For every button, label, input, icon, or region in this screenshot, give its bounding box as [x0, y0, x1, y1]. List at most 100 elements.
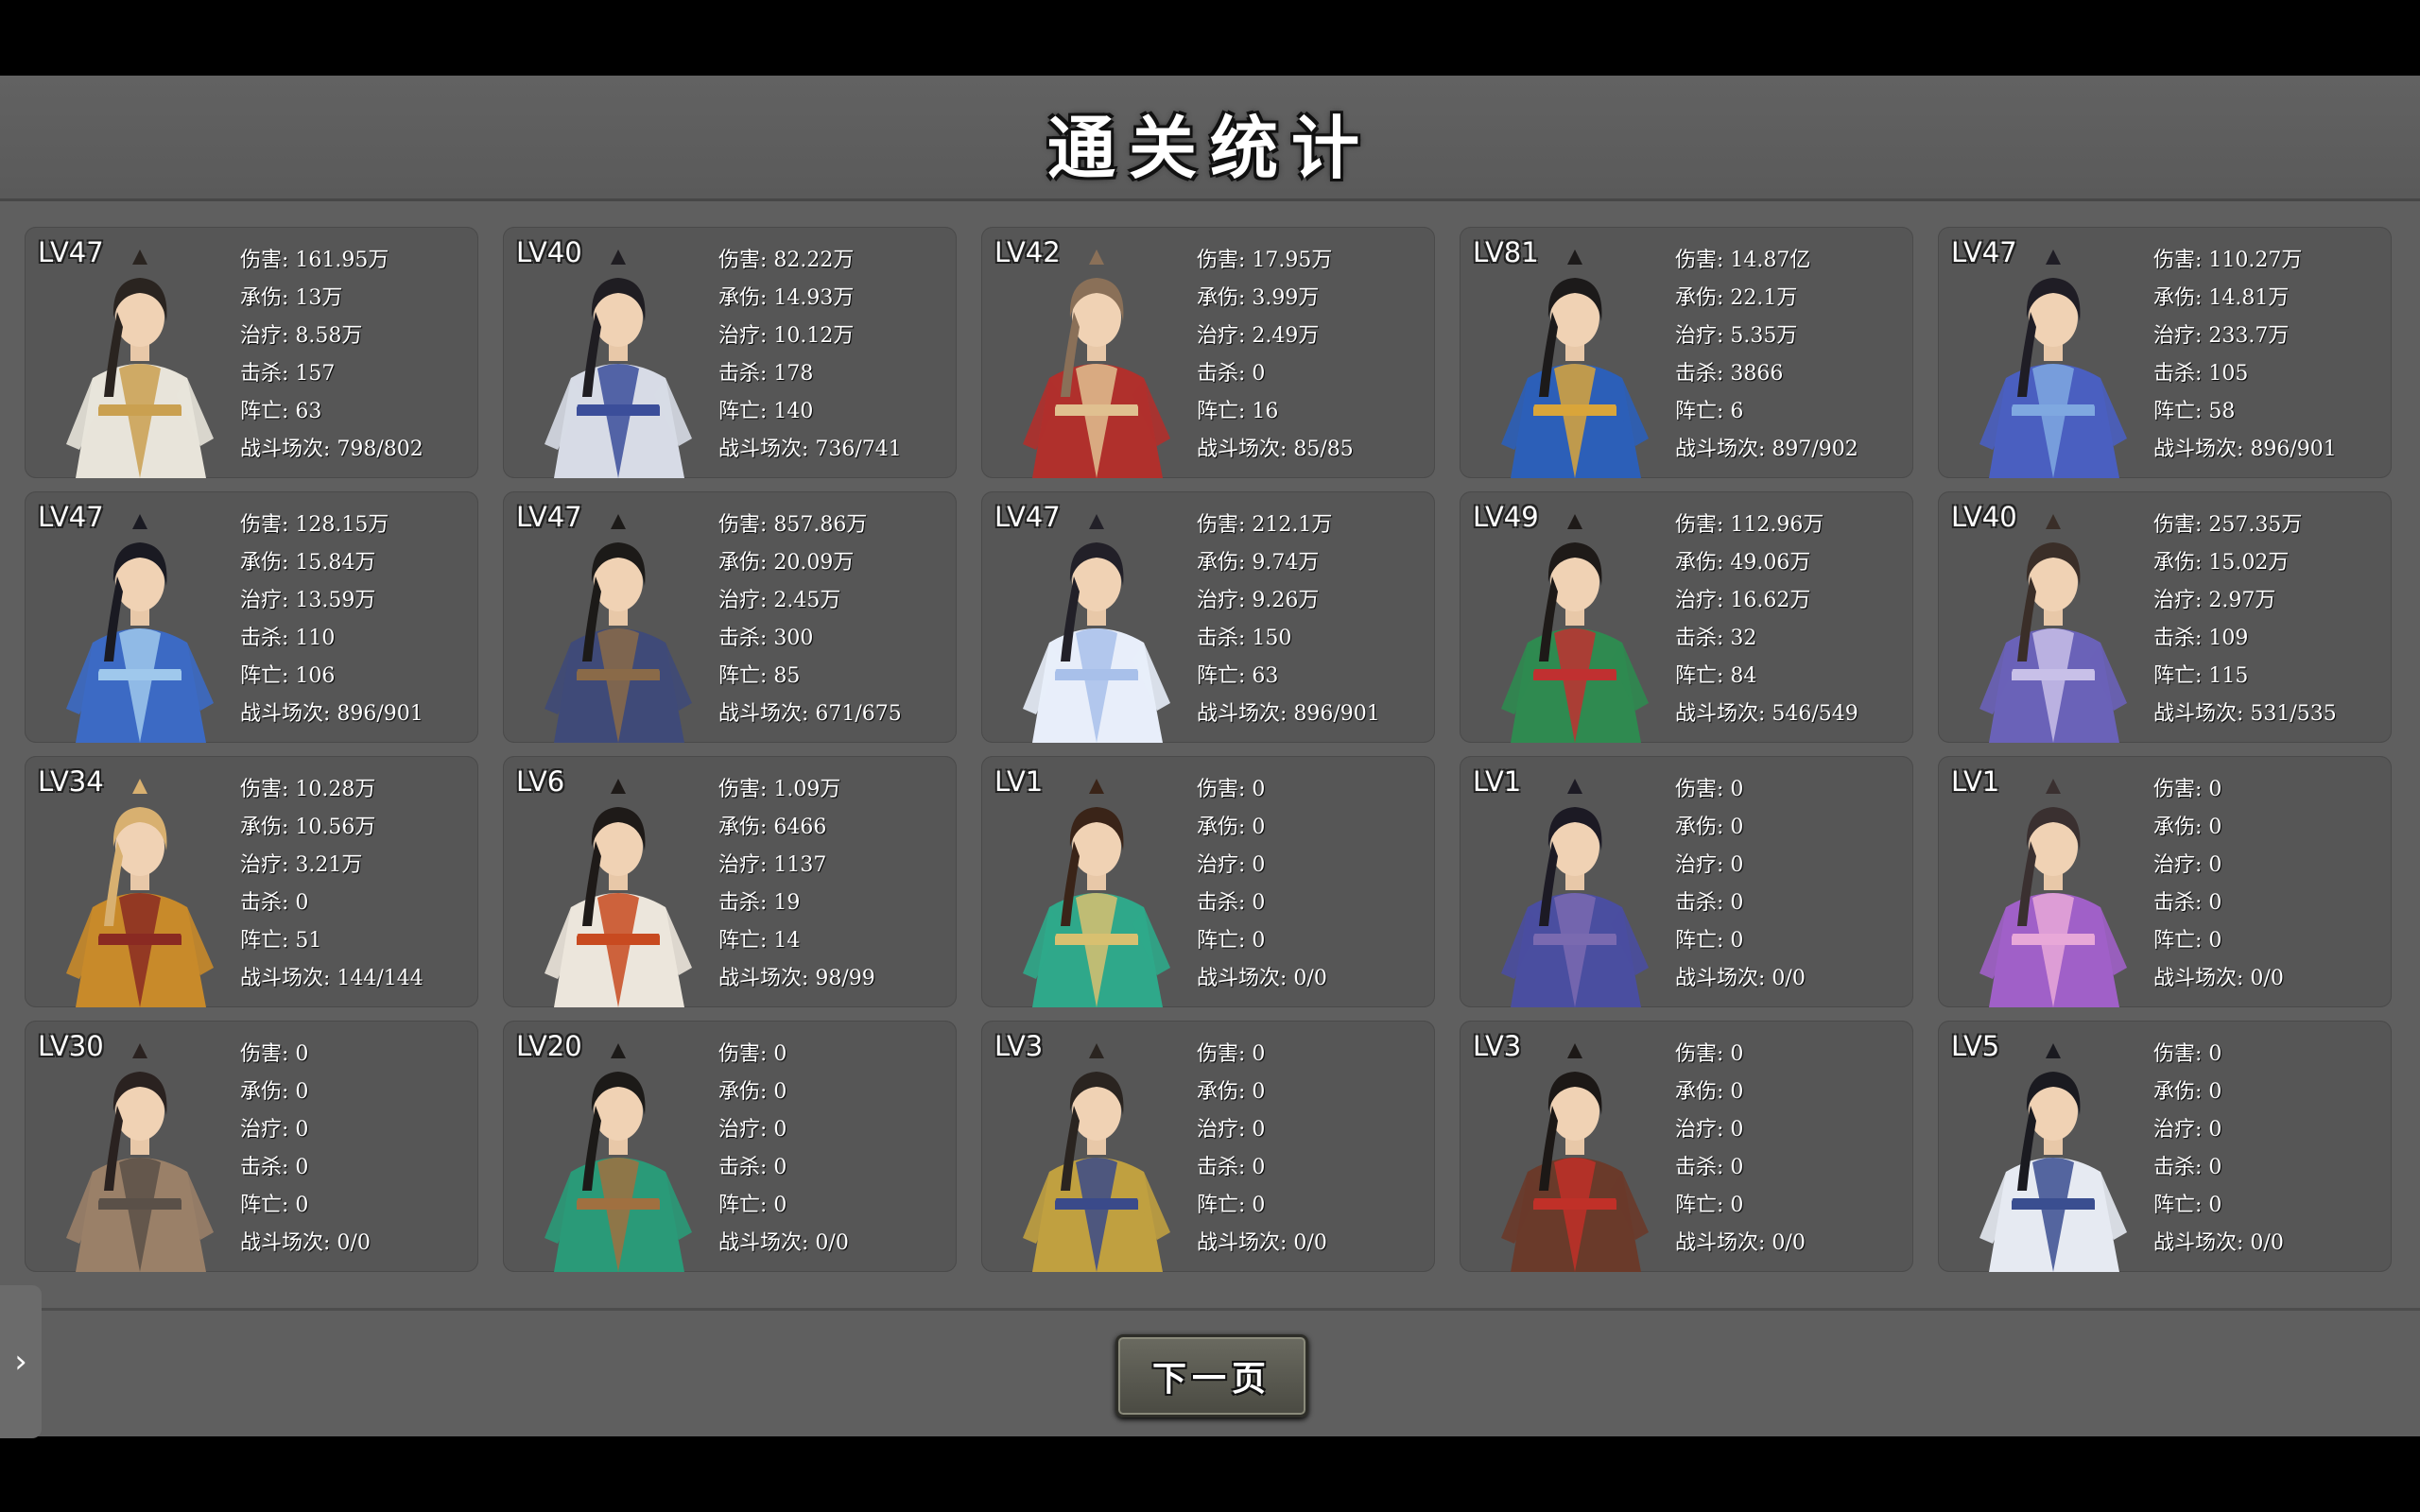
stat-battle-count: 战斗场次: 85/85 — [1197, 438, 1354, 461]
stat-battle-count: 战斗场次: 671/675 — [718, 702, 902, 726]
stat-damage: 伤害: 1.09万 — [718, 778, 841, 801]
character-portrait — [994, 765, 1199, 1007]
stat-kills: 击杀: 0 — [240, 891, 309, 915]
stat-deaths: 阵亡: 0 — [1675, 929, 1744, 953]
stat-damage-taken: 承伤: 0 — [240, 1080, 309, 1104]
stat-battle-count: 战斗场次: 546/549 — [1675, 702, 1858, 726]
character-card[interactable]: LV1 伤害: 0 承伤: 0 治疗: 0 击杀: 0 阵亡: 0 战斗场次: 0/0 — [1938, 756, 2392, 1007]
character-level: LV1 — [994, 765, 1044, 798]
stat-damage-taken: 承伤: 3.99万 — [1197, 286, 1320, 310]
character-card[interactable]: LV47 伤害: 110.27万 承伤: 14.81万 治疗: 233.7万 击杀: 1… — [1938, 227, 2392, 478]
stat-kills: 击杀: 0 — [1675, 891, 1744, 915]
stat-deaths: 阵亡: 0 — [1197, 1194, 1266, 1217]
stat-damage: 伤害: 857.86万 — [718, 513, 868, 537]
stat-healing: 治疗: 0 — [2153, 853, 2222, 877]
stat-deaths: 阵亡: 63 — [240, 400, 322, 423]
character-level: LV3 — [1473, 1030, 1522, 1062]
stat-damage: 伤害: 0 — [1675, 778, 1744, 801]
character-level: LV42 — [994, 236, 1061, 268]
stat-kills: 击杀: 0 — [1675, 1156, 1744, 1179]
character-portrait — [1473, 1030, 1677, 1272]
stat-list: 伤害: 0 承伤: 0 治疗: 0 击杀: 0 阵亡: 0 战斗场次: 0/0 — [1197, 771, 1327, 998]
stat-damage-taken: 承伤: 0 — [718, 1080, 787, 1104]
stat-kills: 击杀: 150 — [1197, 627, 1292, 650]
stat-damage: 伤害: 0 — [2153, 778, 2222, 801]
character-card[interactable]: LV5 伤害: 0 承伤: 0 治疗: 0 击杀: 0 阵亡: 0 战斗场次: 0/0 — [1938, 1021, 2392, 1272]
character-level: LV40 — [516, 236, 582, 268]
stat-battle-count: 战斗场次: 0/0 — [2153, 1231, 2284, 1255]
stat-healing: 治疗: 2.97万 — [2153, 589, 2276, 612]
footer-divider — [0, 1308, 2420, 1311]
header-bar: 通关统计 — [0, 76, 2420, 201]
stat-kills: 击杀: 32 — [1675, 627, 1757, 650]
stat-damage-taken: 承伤: 0 — [2153, 1080, 2222, 1104]
next-page-button[interactable]: 下一页 — [1115, 1334, 1308, 1418]
character-card[interactable]: LV49 伤害: 112.96万 承伤: 49.06万 治疗: 16.62万 击杀: 3… — [1460, 491, 1913, 743]
character-portrait — [1473, 765, 1677, 1007]
stat-damage: 伤害: 82.22万 — [718, 249, 855, 272]
stat-deaths: 阵亡: 140 — [718, 400, 814, 423]
character-portrait — [1473, 501, 1677, 743]
character-card[interactable]: LV40 伤害: 257.35万 承伤: 15.02万 治疗: 2.97万 击杀: 10… — [1938, 491, 2392, 743]
stat-list: 伤害: 857.86万 承伤: 20.09万 治疗: 2.45万 击杀: 300 阵亡:… — [718, 507, 902, 733]
chevron-right-icon: › — [14, 1343, 27, 1381]
stat-healing: 治疗: 9.26万 — [1197, 589, 1320, 612]
stat-list: 伤害: 161.95万 承伤: 13万 治疗: 8.58万 击杀: 157 阵亡: 63… — [240, 242, 424, 469]
character-level: LV1 — [1473, 765, 1522, 798]
side-expand-tab[interactable]: › — [0, 1285, 42, 1438]
stat-battle-count: 战斗场次: 0/0 — [240, 1231, 371, 1255]
stat-damage: 伤害: 110.27万 — [2153, 249, 2303, 272]
stat-deaths: 阵亡: 0 — [718, 1194, 787, 1217]
character-level: LV47 — [38, 236, 104, 268]
stat-damage-taken: 承伤: 15.84万 — [240, 551, 376, 575]
stat-kills: 击杀: 0 — [2153, 891, 2222, 915]
stat-damage-taken: 承伤: 10.56万 — [240, 816, 376, 839]
character-portrait — [516, 501, 720, 743]
character-card[interactable]: LV40 伤害: 82.22万 承伤: 14.93万 治疗: 10.12万 击杀: 17… — [503, 227, 957, 478]
stat-battle-count: 战斗场次: 798/802 — [240, 438, 424, 461]
stat-battle-count: 战斗场次: 896/901 — [2153, 438, 2337, 461]
character-portrait — [1951, 1030, 2155, 1272]
stat-list: 伤害: 0 承伤: 0 治疗: 0 击杀: 0 阵亡: 0 战斗场次: 0/0 — [2153, 1036, 2284, 1263]
stat-battle-count: 战斗场次: 0/0 — [1197, 967, 1327, 990]
character-card[interactable]: LV47 伤害: 857.86万 承伤: 20.09万 治疗: 2.45万 击杀: 30… — [503, 491, 957, 743]
character-level: LV40 — [1951, 501, 2017, 533]
stat-deaths: 阵亡: 106 — [240, 664, 336, 688]
character-portrait — [38, 765, 242, 1007]
character-card[interactable]: LV3 伤害: 0 承伤: 0 治疗: 0 击杀: 0 阵亡: 0 战斗场次: 0/0 — [1460, 1021, 1913, 1272]
stat-list: 伤害: 82.22万 承伤: 14.93万 治疗: 10.12万 击杀: 178 阵亡:… — [718, 242, 902, 469]
character-card[interactable]: LV47 伤害: 128.15万 承伤: 15.84万 治疗: 13.59万 击杀: 1… — [25, 491, 478, 743]
stat-kills: 击杀: 110 — [240, 627, 336, 650]
stat-battle-count: 战斗场次: 897/902 — [1675, 438, 1858, 461]
stat-damage-taken: 承伤: 9.74万 — [1197, 551, 1320, 575]
stat-deaths: 阵亡: 0 — [240, 1194, 309, 1217]
character-card[interactable]: LV47 伤害: 161.95万 承伤: 13万 治疗: 8.58万 击杀: 157 阵亡… — [25, 227, 478, 478]
character-card[interactable]: LV20 伤害: 0 承伤: 0 治疗: 0 击杀: 0 阵亡: 0 战斗场次: 0/0 — [503, 1021, 957, 1272]
character-card[interactable]: LV6 伤害: 1.09万 承伤: 6466 治疗: 1137 击杀: 19 阵亡: 14… — [503, 756, 957, 1007]
stat-battle-count: 战斗场次: 896/901 — [1197, 702, 1380, 726]
stat-deaths: 阵亡: 51 — [240, 929, 322, 953]
character-card[interactable]: LV1 伤害: 0 承伤: 0 治疗: 0 击杀: 0 阵亡: 0 战斗场次: 0/0 — [1460, 756, 1913, 1007]
stat-damage: 伤害: 112.96万 — [1675, 513, 1824, 537]
character-card[interactable]: LV1 伤害: 0 承伤: 0 治疗: 0 击杀: 0 阵亡: 0 战斗场次: 0/0 — [981, 756, 1435, 1007]
stat-list: 伤害: 1.09万 承伤: 6466 治疗: 1137 击杀: 19 阵亡: 14 战斗场… — [718, 771, 875, 998]
character-card[interactable]: LV42 伤害: 17.95万 承伤: 3.99万 治疗: 2.49万 击杀: 0 阵亡:… — [981, 227, 1435, 478]
stat-battle-count: 战斗场次: 0/0 — [2153, 967, 2284, 990]
character-card[interactable]: LV81 伤害: 14.87亿 承伤: 22.1万 治疗: 5.35万 击杀: 3866… — [1460, 227, 1913, 478]
character-portrait — [1951, 765, 2155, 1007]
character-level: LV6 — [516, 765, 565, 798]
stat-battle-count: 战斗场次: 144/144 — [240, 967, 424, 990]
character-portrait — [516, 1030, 720, 1272]
stat-damage-taken: 承伤: 14.93万 — [718, 286, 855, 310]
stat-healing: 治疗: 233.7万 — [2153, 324, 2290, 348]
character-card[interactable]: LV34 伤害: 10.28万 承伤: 10.56万 治疗: 3.21万 击杀: 0 阵亡… — [25, 756, 478, 1007]
character-level: LV49 — [1473, 501, 1539, 533]
character-card[interactable]: LV30 伤害: 0 承伤: 0 治疗: 0 击杀: 0 阵亡: 0 战斗场次: 0/0 — [25, 1021, 478, 1272]
character-card[interactable]: LV3 伤害: 0 承伤: 0 治疗: 0 击杀: 0 阵亡: 0 战斗场次: 0/0 — [981, 1021, 1435, 1272]
stat-deaths: 阵亡: 0 — [1197, 929, 1266, 953]
stat-list: 伤害: 0 承伤: 0 治疗: 0 击杀: 0 阵亡: 0 战斗场次: 0/0 — [1675, 1036, 1806, 1263]
stat-list: 伤害: 0 承伤: 0 治疗: 0 击杀: 0 阵亡: 0 战斗场次: 0/0 — [1675, 771, 1806, 998]
character-level: LV47 — [994, 501, 1061, 533]
character-card[interactable]: LV47 伤害: 212.1万 承伤: 9.74万 治疗: 9.26万 击杀: 150 阵… — [981, 491, 1435, 743]
stat-healing: 治疗: 0 — [1197, 1118, 1266, 1142]
